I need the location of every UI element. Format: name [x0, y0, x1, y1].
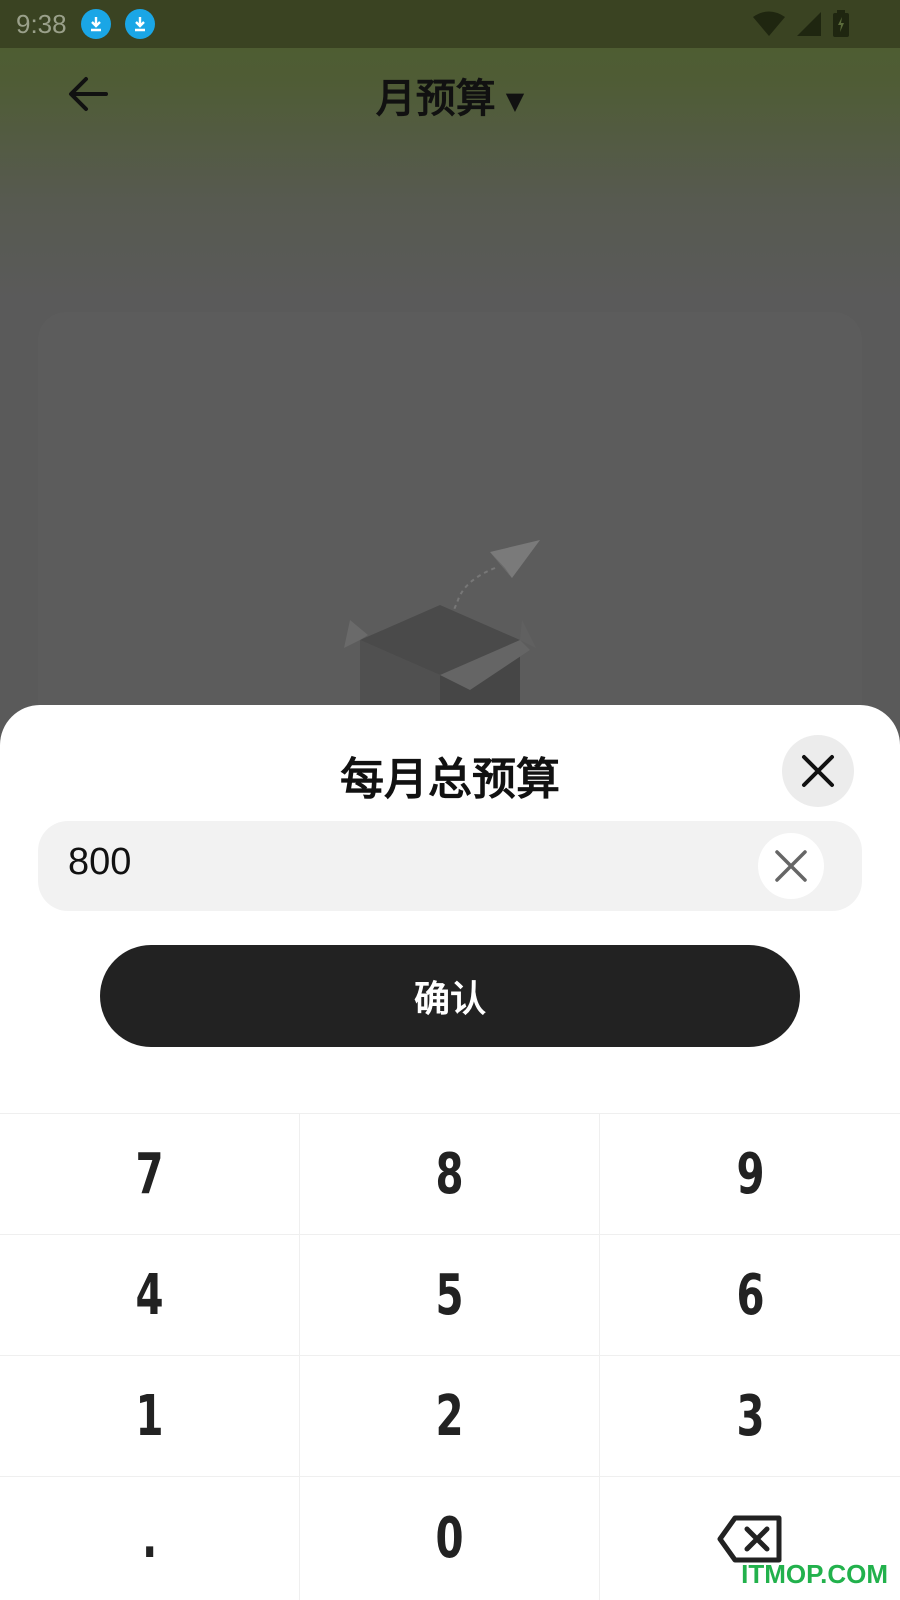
key-4[interactable]: 4 — [0, 1235, 300, 1356]
numeric-keypad: 7 8 9 4 5 6 1 2 3 . 0 — [0, 1113, 900, 1600]
key-8[interactable]: 8 — [300, 1114, 600, 1235]
key-3[interactable]: 3 — [600, 1356, 900, 1477]
download-notification-icon — [80, 9, 111, 39]
clear-button[interactable] — [758, 833, 824, 899]
key-6[interactable]: 6 — [600, 1235, 900, 1356]
sheet-title: 每月总预算 — [340, 754, 560, 805]
download-notification-icon — [124, 9, 155, 39]
key-5[interactable]: 5 — [300, 1235, 600, 1356]
key-decimal[interactable]: . — [0, 1477, 300, 1600]
key-7[interactable]: 7 — [0, 1114, 300, 1235]
watermark: ITMOP.COM — [741, 1559, 888, 1589]
amount-input[interactable]: 800 — [38, 821, 862, 911]
battery-icon — [832, 10, 850, 42]
close-icon — [802, 755, 834, 787]
key-9[interactable]: 9 — [600, 1114, 900, 1235]
top-app-bar: 月预算 ▼ — [0, 48, 900, 140]
backspace-icon — [717, 1515, 782, 1562]
status-bar: 9:38 — [0, 0, 900, 48]
dropdown-caret-icon: ▼ — [505, 87, 525, 115]
key-0[interactable]: 0 — [300, 1477, 600, 1600]
amount-value: 800 — [68, 841, 132, 883]
wifi-icon — [752, 11, 786, 41]
empty-box-illustration — [344, 540, 540, 710]
key-1[interactable]: 1 — [0, 1356, 300, 1477]
page-title-dropdown[interactable]: 月预算 ▼ — [0, 66, 900, 124]
page-title: 月预算 — [375, 76, 496, 122]
status-time: 9:38 — [16, 8, 67, 39]
confirm-button[interactable]: 确认 — [100, 945, 800, 1047]
key-2[interactable]: 2 — [300, 1356, 600, 1477]
budget-input-sheet: 每月总预算 800 确认 7 8 9 4 5 6 1 2 3 . 0 — [0, 705, 900, 1600]
signal-icon — [796, 11, 822, 41]
close-button[interactable] — [782, 735, 854, 807]
clear-icon — [775, 850, 807, 882]
